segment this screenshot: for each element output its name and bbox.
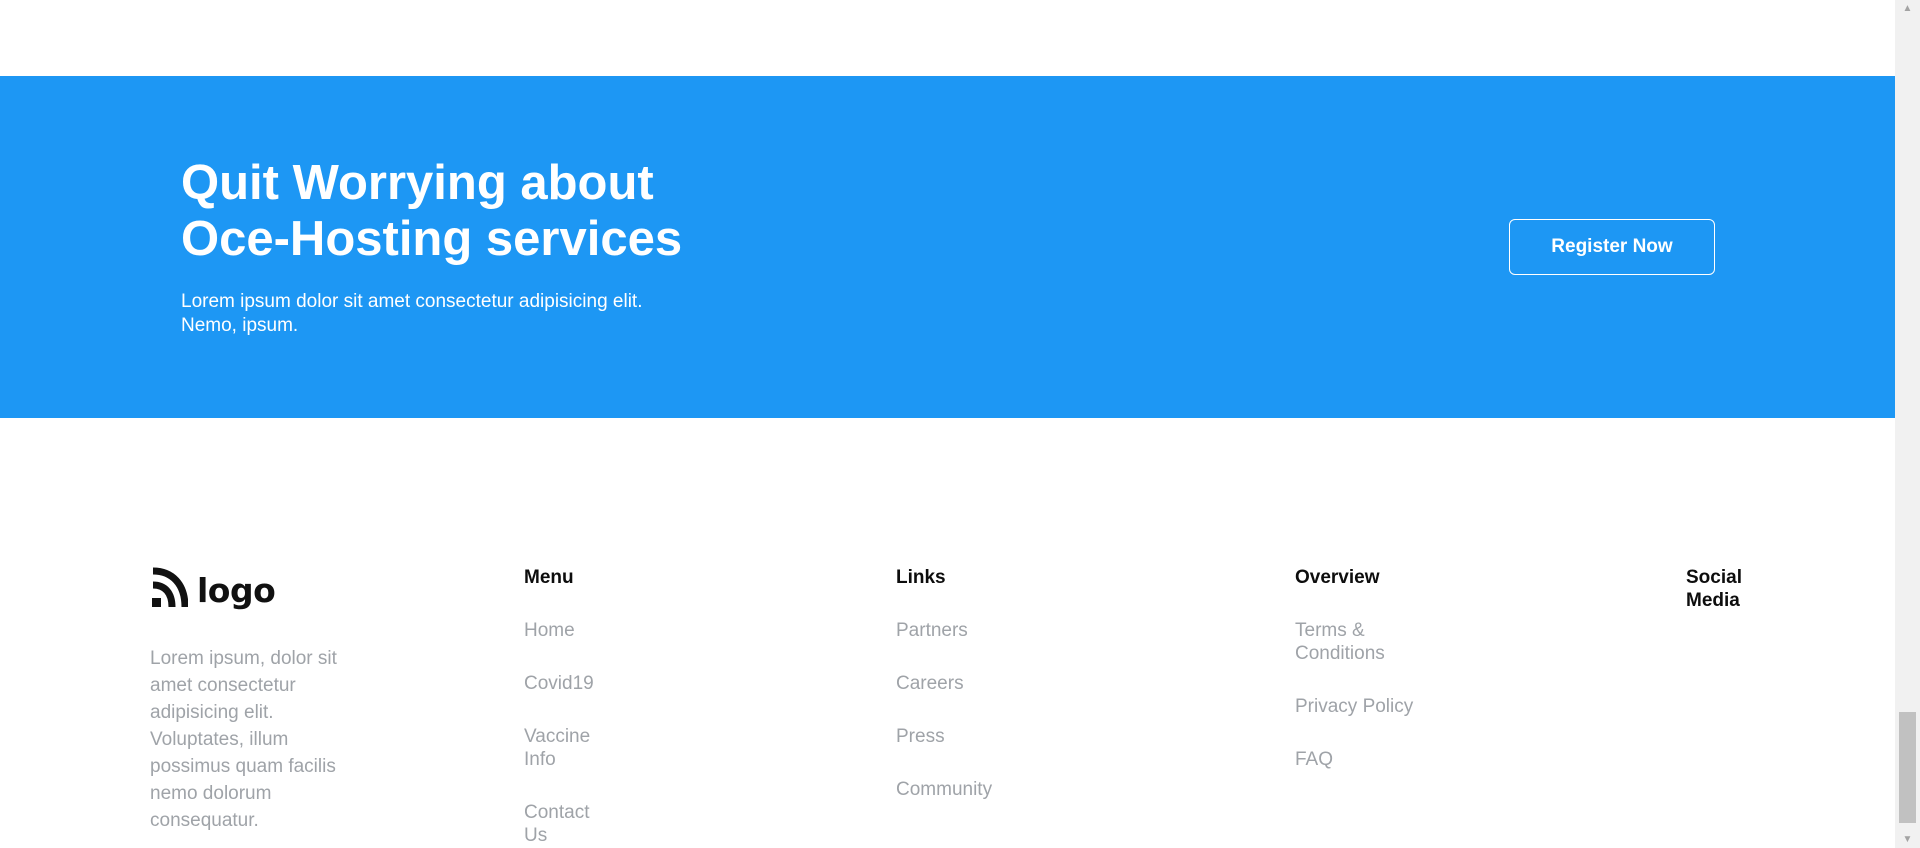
link-partners[interactable]: Partners xyxy=(896,620,968,641)
footer-links-column: Links Partners Careers Press Community xyxy=(896,566,1036,831)
overview-item-privacy: Privacy Policy xyxy=(1295,695,1425,718)
rss-logo-icon xyxy=(152,567,188,608)
cta-desc-line1: Lorem ipsum dolor sit amet consectetur a… xyxy=(181,291,643,312)
menu-link-covid19[interactable]: Covid19 xyxy=(524,673,594,694)
brand-description: Lorem ipsum, dolor sit amet consectetur … xyxy=(150,648,337,831)
links-title: Links xyxy=(896,567,946,588)
links-item-careers: Careers xyxy=(896,672,1036,695)
links-list: Partners Careers Press Community xyxy=(896,619,1036,801)
menu-list: Home Covid19 Vaccine Info Contact Us xyxy=(524,619,614,847)
menu-item-vaccine-info: Vaccine Info xyxy=(524,725,614,771)
link-community[interactable]: Community xyxy=(896,779,992,800)
link-careers[interactable]: Careers xyxy=(896,673,964,694)
cta-title: Quit Worrying about Oce-Hosting services xyxy=(181,155,781,267)
menu-link-contact-us[interactable]: Contact Us xyxy=(524,802,589,846)
menu-item-contact-us: Contact Us xyxy=(524,801,614,847)
footer-overview-column: Overview Terms & Conditions Privacy Poli… xyxy=(1295,566,1425,801)
menu-title: Menu xyxy=(524,567,574,588)
links-item-press: Press xyxy=(896,725,1036,748)
menu-link-vaccine-info[interactable]: Vaccine Info xyxy=(524,726,590,770)
links-item-partners: Partners xyxy=(896,619,1036,642)
menu-link-home[interactable]: Home xyxy=(524,620,575,641)
links-item-community: Community xyxy=(896,778,1036,801)
register-now-button[interactable]: Register Now xyxy=(1509,219,1715,275)
footer-social-column: Social Media xyxy=(1686,566,1766,612)
overview-item-terms: Terms & Conditions xyxy=(1295,619,1425,665)
overview-item-faq: FAQ xyxy=(1295,748,1425,771)
footer-brand: logo Lorem ipsum, dolor sit amet consect… xyxy=(150,566,360,834)
overview-title: Overview xyxy=(1295,567,1380,588)
cta-description: Lorem ipsum dolor sit amet consectetur a… xyxy=(181,290,701,338)
scrollbar-thumb[interactable] xyxy=(1899,712,1916,823)
link-press[interactable]: Press xyxy=(896,726,945,747)
logo[interactable]: logo xyxy=(150,566,360,614)
vertical-scrollbar[interactable]: ▲ ▼ xyxy=(1895,0,1920,848)
triangle-up-icon[interactable]: ▲ xyxy=(1895,0,1920,17)
page: Quit Worrying about Oce-Hosting services… xyxy=(0,0,1895,848)
link-faq[interactable]: FAQ xyxy=(1295,749,1333,770)
cta-title-line1: Quit Worrying about xyxy=(181,156,654,210)
footer-menu-column: Menu Home Covid19 Vaccine Info Contact U… xyxy=(524,566,614,848)
overview-list: Terms & Conditions Privacy Policy FAQ xyxy=(1295,619,1425,771)
cta-banner: Quit Worrying about Oce-Hosting services… xyxy=(0,76,1895,418)
link-terms-conditions[interactable]: Terms & Conditions xyxy=(1295,620,1385,664)
social-media-title: Social Media xyxy=(1686,567,1742,611)
menu-item-covid19: Covid19 xyxy=(524,672,614,695)
cta-title-line2: Oce-Hosting services xyxy=(181,212,683,266)
logo-text: logo xyxy=(197,570,276,610)
cta-desc-line2: Nemo, ipsum. xyxy=(181,315,299,336)
link-privacy-policy[interactable]: Privacy Policy xyxy=(1295,696,1413,717)
triangle-down-icon[interactable]: ▼ xyxy=(1895,831,1920,848)
menu-item-home: Home xyxy=(524,619,614,642)
